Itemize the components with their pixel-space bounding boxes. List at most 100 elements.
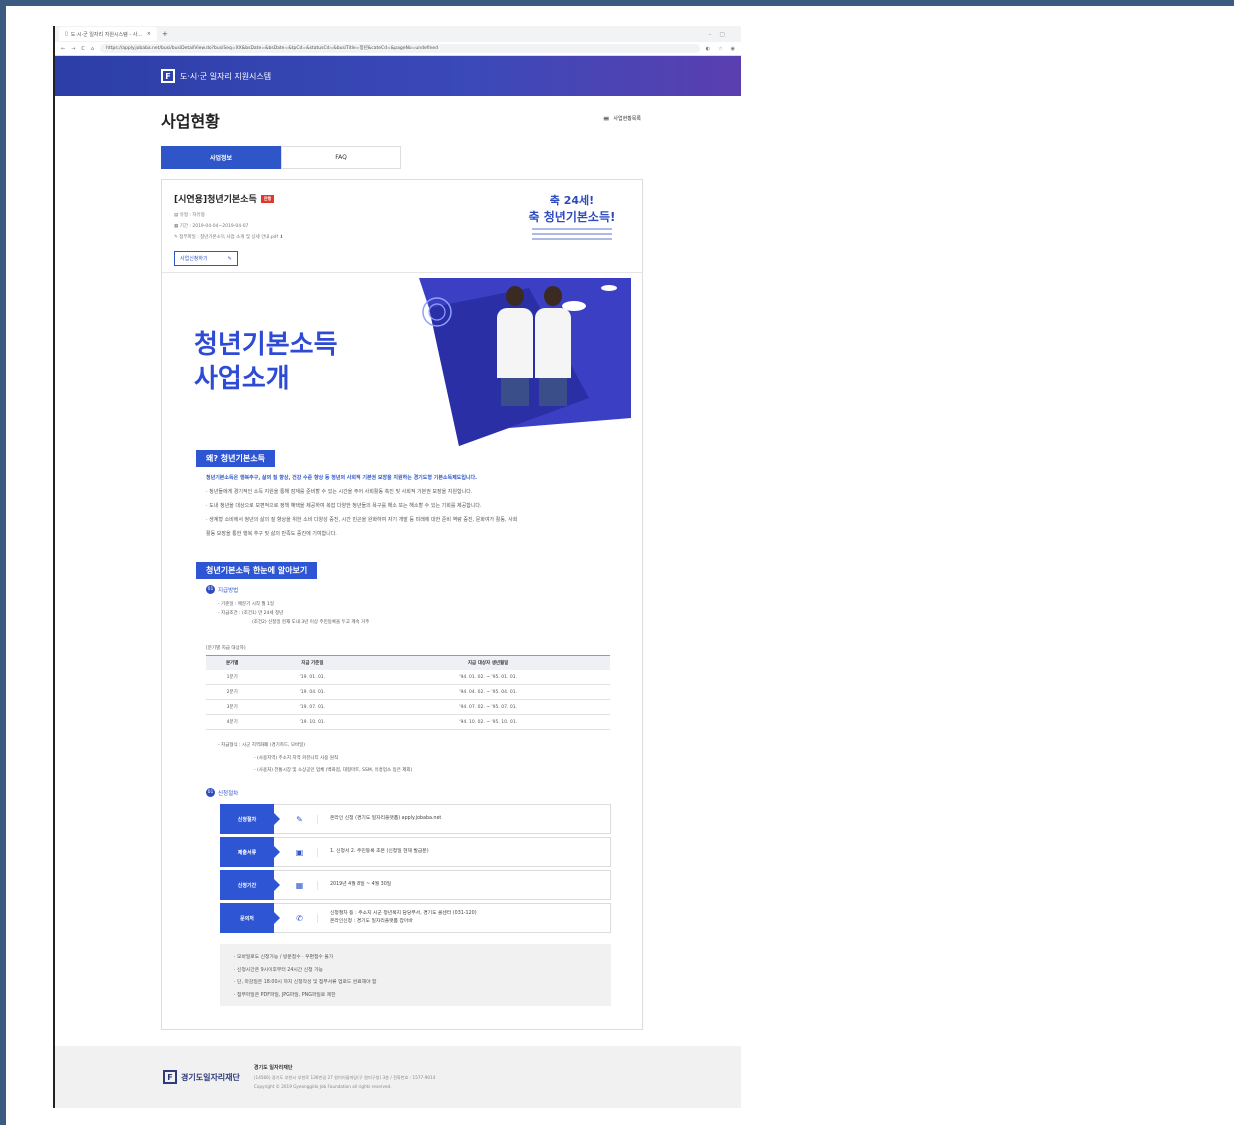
footer-copyright: Copyright © 2019 Gyeonggido Job Foundati… [253, 1083, 392, 1089]
table-row: 1분기 '19. 01. 01. '94. 01. 02. ~ '95. 01.… [206, 670, 610, 685]
thumb-line2: 축 청년기본소득! [528, 210, 616, 224]
notes-box: · 모바일로도 신청가능 / 방문접수 · 우편접수 불가 · 신청시간은 9시… [220, 944, 611, 1006]
page-title: 사업현황 [161, 112, 220, 131]
program-title: [시연용]청년기본소득 [174, 195, 257, 205]
footer-logo-text: 경기도일자리재단 [181, 1072, 240, 1082]
back-icon[interactable]: ← [61, 46, 65, 52]
overview-section-tag: 청년기본소득 한눈에 알아보기 [196, 562, 318, 579]
table-header: 지급 기준일 [258, 655, 367, 670]
window-frame-top [0, 0, 1234, 6]
apply-button[interactable]: 사업신청하기 ✎ [174, 251, 238, 266]
note-item: · 신청시간은 9시이후부터 24시간 신청 가능 [234, 967, 323, 973]
attachment-link[interactable]: 첨부파일 : 청년기본소득 사업 소개 및 상세 안내.pdf [179, 235, 278, 240]
step-label: 제출서류 [220, 837, 280, 867]
person-figure [535, 286, 571, 406]
footer-info: 경기도 일자리재단 (14566) 경기도 부천시 부천로 136번길 27 원… [254, 1064, 435, 1091]
table-row: 3분기 '19. 07. 01. '94. 07. 02. ~ '95. 07.… [206, 699, 610, 715]
hero-line2: 사업소개 [194, 364, 290, 394]
table-cell: '19. 07. 01. [258, 699, 367, 715]
hero-line1: 청년기본소득 [194, 330, 338, 360]
table-cell: '94. 04. 02. ~ '95. 04. 01. [366, 684, 610, 700]
why-section-body: 청년기본소득은 행복추구, 삶의 질 향상, 건강 수준 향상 등 청년의 사회… [206, 471, 616, 541]
page-icon: ▯ [65, 31, 68, 37]
extension-icon[interactable]: ◐ [706, 46, 710, 52]
procedure-step: 문의처 ✆ 신청절차 등 : 주소지 시군 청년복지 담당부서, 경기도 콜센터… [220, 903, 611, 933]
list-link[interactable]: ≡ 사업현황목록 [603, 114, 641, 123]
why-lead: 청년기본소득은 행복추구, 삶의 질 향상, 건강 수준 향상 등 청년의 사회… [206, 475, 478, 481]
table-cell: '19. 04. 01. [258, 684, 367, 700]
step-text: 2019년 4월 8일 ~ 4월 30일 [318, 881, 391, 889]
pencil-icon: ✎ [227, 255, 232, 262]
pay-form-text: - 지급형식 : 시군 지역화폐 (경기카드, 모바일) [218, 743, 306, 748]
footer-logo[interactable]: F 경기도일자리재단 [163, 1070, 240, 1084]
bookmark-star-icon[interactable]: ☆ [718, 46, 722, 52]
window-controls[interactable]: –▢ [708, 31, 733, 38]
step-text: 신청절차 등 : 주소지 시군 청년복지 담당부서, 경기도 콜센터 (031-… [318, 910, 477, 926]
phone-icon: ✆ [282, 913, 318, 923]
basis-text: - 기준일 : 매분기 시작 월 1일 [218, 602, 274, 607]
close-tab-icon[interactable]: × [147, 31, 151, 37]
procedure-step: 제출서류 ▣ 1. 신청서 2. 주민등록 초본 (신청일 현재 발급분) [220, 837, 611, 867]
main-content: 사업현황 ≡ 사업현황목록 사업정보 FAQ [시연용]청년기본소득 진행 ▤ … [55, 96, 741, 1030]
site-logo-icon[interactable]: F [161, 69, 175, 83]
foundation-logo-icon: F [163, 1070, 177, 1084]
note-item: · 모바일로도 신청가능 / 방문접수 · 우편접수 불가 [234, 955, 334, 960]
clipboard-icon: ▣ [282, 847, 318, 857]
thumb-fine-print [532, 228, 612, 230]
new-tab-icon[interactable]: + [162, 30, 168, 38]
reload-icon[interactable]: C [81, 46, 85, 52]
address-bar: ← → C ⌂ https://apply.jobaba.net/busi/bu… [55, 42, 741, 56]
footer-org: 경기도 일자리재단 [253, 1064, 293, 1071]
procedure-step: 신청절차 ✎ 온라인 신청 (경기도 일자리플랫폼) apply.jobaba.… [220, 804, 611, 834]
why-section-tag: 왜? 청년기본소득 [196, 450, 275, 467]
table-cell: '19. 10. 01. [258, 714, 367, 730]
table-cell: '94. 01. 02. ~ '95. 01. 01. [366, 670, 610, 685]
window-frame-left [0, 0, 6, 1125]
site-name[interactable]: 도·시·군 일자리 지원시스템 [180, 71, 271, 82]
home-icon[interactable]: ⌂ [91, 46, 94, 52]
note-item: · 첨부파일은 PDF파일, JPG파일, PNG파일로 제한 [234, 992, 336, 998]
step-text-line: 2019년 4월 8일 ~ 4월 30일 [330, 882, 392, 887]
list-link-label: 사업현황목록 [613, 116, 641, 122]
step-label: 문의처 [220, 903, 280, 933]
why-bullet: 활동 보장을 통한 행복 추구 및 삶의 만족도 증진에 기여합니다. [206, 531, 337, 537]
tab-business-info[interactable]: 사업정보 [161, 146, 281, 169]
apply-proc-label: 신청절차 [218, 790, 239, 797]
table-cell: 4분기 [206, 714, 259, 730]
pay-form-text: - (사용처) 전통시장 및 소상공인 업체 (백화점, 대형마트, SSM, … [254, 768, 413, 773]
table-cell: 2분기 [206, 684, 259, 700]
table-header: 지급 대상자 생년월일 [366, 655, 610, 670]
footer-address: (14566) 경기도 부천시 부천로 136번길 27 원미어울마당(구 원미… [253, 1074, 436, 1080]
step-text: 온라인 신청 (경기도 일자리플랫폼) apply.jobaba.net [318, 815, 441, 823]
pay-form-text: - (사용지역) 주소지 지역 커뮤니티 사용 원칙 [254, 755, 339, 761]
table-header: 분기별 [206, 655, 259, 670]
pencil-icon: ✎ [282, 814, 318, 824]
url-input[interactable]: https://apply.jobaba.net/busi/busiDetail… [100, 44, 700, 53]
table-cell: '19. 01. 01. [258, 670, 367, 685]
download-icon[interactable]: ⬇ [278, 235, 284, 240]
thumb-fine-print [532, 238, 612, 240]
step-number: 01 [206, 788, 215, 797]
page-tabs: 사업정보 FAQ [161, 146, 401, 169]
forward-icon[interactable]: → [71, 46, 75, 52]
hero-title: 청년기본소득 사업소개 [194, 328, 338, 396]
step-number: 01 [206, 585, 215, 594]
why-bullet: · 도내 청년을 대상으로 보편적으로 정책 혜택을 제공하여 복잡 다양한 청… [206, 503, 482, 509]
step-text-line: 온라인 신청 (경기도 일자리플랫폼) apply.jobaba.net [330, 816, 442, 821]
site-header: F 도·시·군 일자리 지원시스템 [55, 56, 741, 96]
calendar-icon: ▦ [282, 880, 318, 890]
browser-tab[interactable]: ▯ 도·시·군 일자리 지원시스템 - 사... × [59, 27, 157, 41]
hero-banner: 청년기본소득 사업소개 [184, 278, 631, 448]
person-figure [497, 286, 533, 406]
thumb-fine-print [532, 233, 612, 235]
table-row: 4분기 '19. 10. 01. '94. 10. 02. ~ '95. 10.… [206, 714, 610, 730]
program-card: [시연용]청년기본소득 진행 ▤ 유형 : 자유형 ▦ 기간 : 2019-04… [161, 179, 643, 1030]
account-icon[interactable]: ◉ [731, 46, 735, 52]
step-text-line: 1. 신청서 2. 주민등록 초본 (신청일 현재 발급분) [330, 849, 429, 854]
pay-conditions: - 기준일 : 매분기 시작 월 1일 - 지급조건 : (조건1) 만 24세… [218, 600, 369, 627]
pay-method-label: 지급방법 [218, 587, 239, 594]
tab-faq[interactable]: FAQ [281, 146, 401, 169]
pay-method-heading: 01 지급방법 [206, 585, 238, 594]
program-thumbnail: 축 24세! 축 청년기본소득! [517, 192, 627, 262]
condition-text: (조건2) 신청일 현재 도내 3년 이상 주민등록을 두고 계속 거주 [252, 620, 370, 625]
